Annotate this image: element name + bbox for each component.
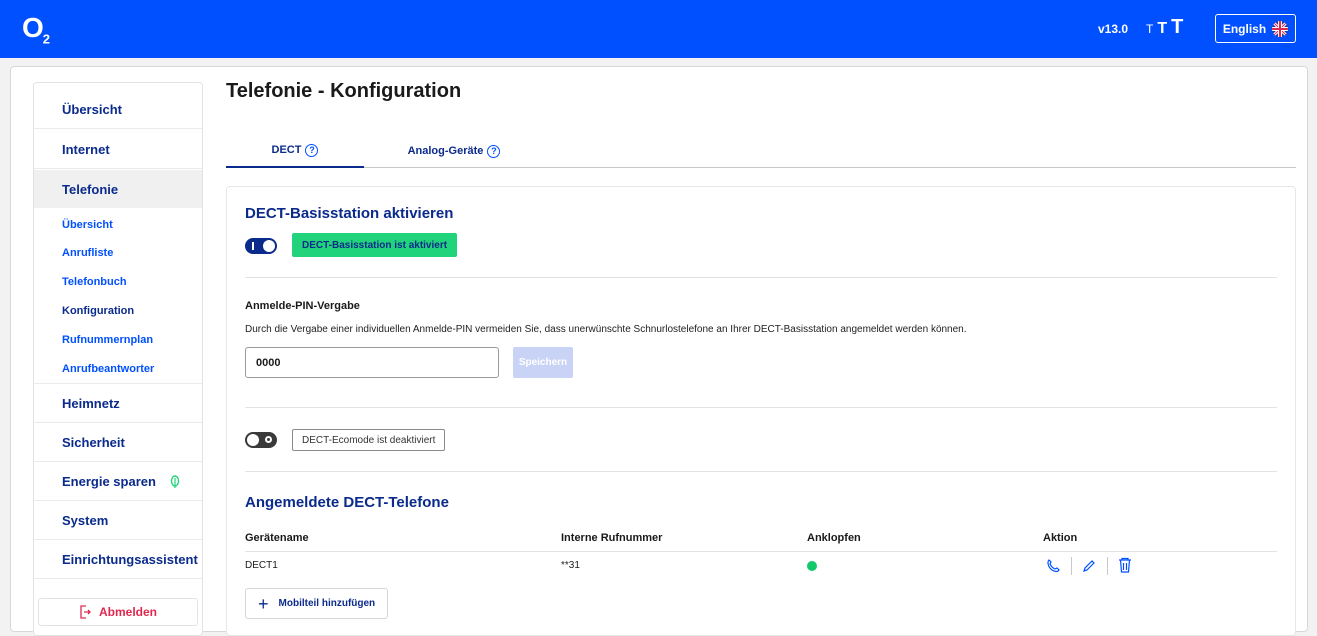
sidebar-item-telefonie[interactable]: Telefonie <box>34 170 202 208</box>
sidebar: Übersicht Internet Telefonie Übersicht A… <box>33 82 203 636</box>
phone-icon[interactable] <box>1045 558 1061 574</box>
sidebar-item-label: Anrufbeantworter <box>62 362 155 375</box>
pin-input[interactable] <box>245 347 499 378</box>
pin-description: Durch die Vergabe einer individuellen An… <box>245 324 967 335</box>
call-waiting-active-indicator <box>807 561 817 571</box>
column-header-anklopfen: Anklopfen <box>807 532 861 544</box>
pin-label: Anmelde-PIN-Vergabe <box>245 300 360 312</box>
top-bar: O2 v13.0 T T T English <box>0 0 1317 58</box>
sidebar-item-label: Konfiguration <box>62 304 135 317</box>
sidebar-item-heimnetz[interactable]: Heimnetz <box>34 385 202 423</box>
sidebar-item-label: Energie sparen <box>62 474 156 489</box>
sidebar-item-label: System <box>62 513 109 528</box>
sidebar-item-uebersicht[interactable]: Übersicht <box>34 91 202 129</box>
edit-icon[interactable] <box>1081 558 1097 574</box>
sidebar-subitem-rufnummernplan[interactable]: Rufnummernplan <box>34 326 202 353</box>
toggle-on-mark <box>252 242 254 250</box>
language-button[interactable]: English <box>1215 14 1296 43</box>
logout-icon <box>80 605 91 619</box>
table-header-divider <box>245 551 1277 552</box>
sidebar-subitem-konfiguration[interactable]: Konfiguration <box>34 297 202 324</box>
tab-analog-geraete[interactable]: Analog-Geräte ? <box>364 134 544 168</box>
save-pin-button[interactable]: Speichern <box>513 347 573 378</box>
add-handset-label: Mobilteil hinzufügen <box>278 598 376 609</box>
logout-button[interactable]: Abmelden <box>38 598 198 626</box>
toggle-knob <box>247 434 259 446</box>
toggle-knob <box>263 240 275 252</box>
tab-dect[interactable]: DECT ? <box>226 134 364 168</box>
column-header-interne-rufnummer: Interne Rufnummer <box>561 532 663 544</box>
dect-ecomode-toggle[interactable] <box>245 432 277 448</box>
o2-logo[interactable]: O2 <box>22 12 50 47</box>
phones-section-title: Angemeldete DECT-Telefone <box>245 494 449 511</box>
sidebar-item-label: Heimnetz <box>62 396 120 411</box>
firmware-version: v13.0 <box>1098 22 1129 36</box>
tab-label: DECT <box>271 144 302 156</box>
divider <box>245 471 1277 472</box>
logout-label: Abmelden <box>98 605 157 619</box>
sidebar-item-label: Internet <box>62 142 110 157</box>
sidebar-item-label: Rufnummernplan <box>62 333 154 346</box>
sidebar-item-label: Einrichtungsassistent <box>62 552 198 567</box>
divider <box>245 407 1277 408</box>
add-handset-button[interactable]: + Mobilteil hinzufügen <box>245 588 389 619</box>
sidebar-subitem-anrufbeantworter[interactable]: Anrufbeantworter <box>34 354 202 384</box>
action-separator <box>1107 557 1108 575</box>
sidebar-item-label: Sicherheit <box>62 435 125 450</box>
help-icon[interactable]: ? <box>487 144 501 158</box>
column-header-aktion: Aktion <box>1043 532 1078 544</box>
sidebar-item-label: Telefonbuch <box>62 275 127 288</box>
plus-icon: + <box>258 593 269 614</box>
sidebar-item-label: Übersicht <box>62 218 113 231</box>
device-name: DECT1 <box>245 560 278 571</box>
column-header-geraetename: Gerätename <box>245 532 309 544</box>
sidebar-subitem-anrufliste[interactable]: Anrufliste <box>34 239 202 266</box>
action-separator <box>1071 557 1072 575</box>
sidebar-item-label: Anrufliste <box>62 246 114 259</box>
sidebar-subitem-telefonbuch[interactable]: Telefonbuch <box>34 268 202 295</box>
sidebar-item-internet[interactable]: Internet <box>34 131 202 169</box>
tab-bar: DECT ? Analog-Geräte ? <box>226 134 1296 168</box>
language-label: English <box>1222 21 1267 36</box>
internal-number: **31 <box>561 560 580 571</box>
help-icon[interactable]: ? <box>305 143 319 157</box>
dect-ecomode-status-badge: DECT-Ecomode ist deaktiviert <box>292 429 446 451</box>
sidebar-item-label: Übersicht <box>62 102 122 117</box>
page-title: Telefonie - Konfiguration <box>226 80 462 102</box>
font-size-large-button[interactable]: T <box>1171 16 1183 39</box>
sidebar-item-sicherheit[interactable]: Sicherheit <box>34 424 202 462</box>
trash-icon[interactable] <box>1117 557 1133 573</box>
font-size-small-button[interactable]: T <box>1146 22 1153 36</box>
sidebar-item-system[interactable]: System <box>34 502 202 540</box>
sidebar-item-einrichtungsassistent[interactable]: Einrichtungsassistent <box>34 541 202 579</box>
dect-panel: DECT-Basisstation aktivieren DECT-Basiss… <box>226 186 1296 636</box>
flag-uk-icon <box>1272 20 1289 37</box>
sidebar-item-energie-sparen[interactable]: Energie sparen <box>34 463 202 501</box>
leaf-icon <box>170 474 180 488</box>
sidebar-subitem-uebersicht[interactable]: Übersicht <box>34 211 202 238</box>
dect-section-title: DECT-Basisstation aktivieren <box>245 205 454 222</box>
dect-base-toggle[interactable] <box>245 238 277 254</box>
dect-base-status-badge: DECT-Basisstation ist aktiviert <box>292 233 458 257</box>
font-size-medium-button[interactable]: T <box>1157 20 1167 38</box>
font-size-switcher: T T T <box>1146 16 1183 39</box>
sidebar-item-label: Telefonie <box>62 181 119 197</box>
toggle-off-mark <box>265 436 272 443</box>
tab-label: Analog-Geräte <box>407 145 484 157</box>
divider <box>245 277 1277 278</box>
